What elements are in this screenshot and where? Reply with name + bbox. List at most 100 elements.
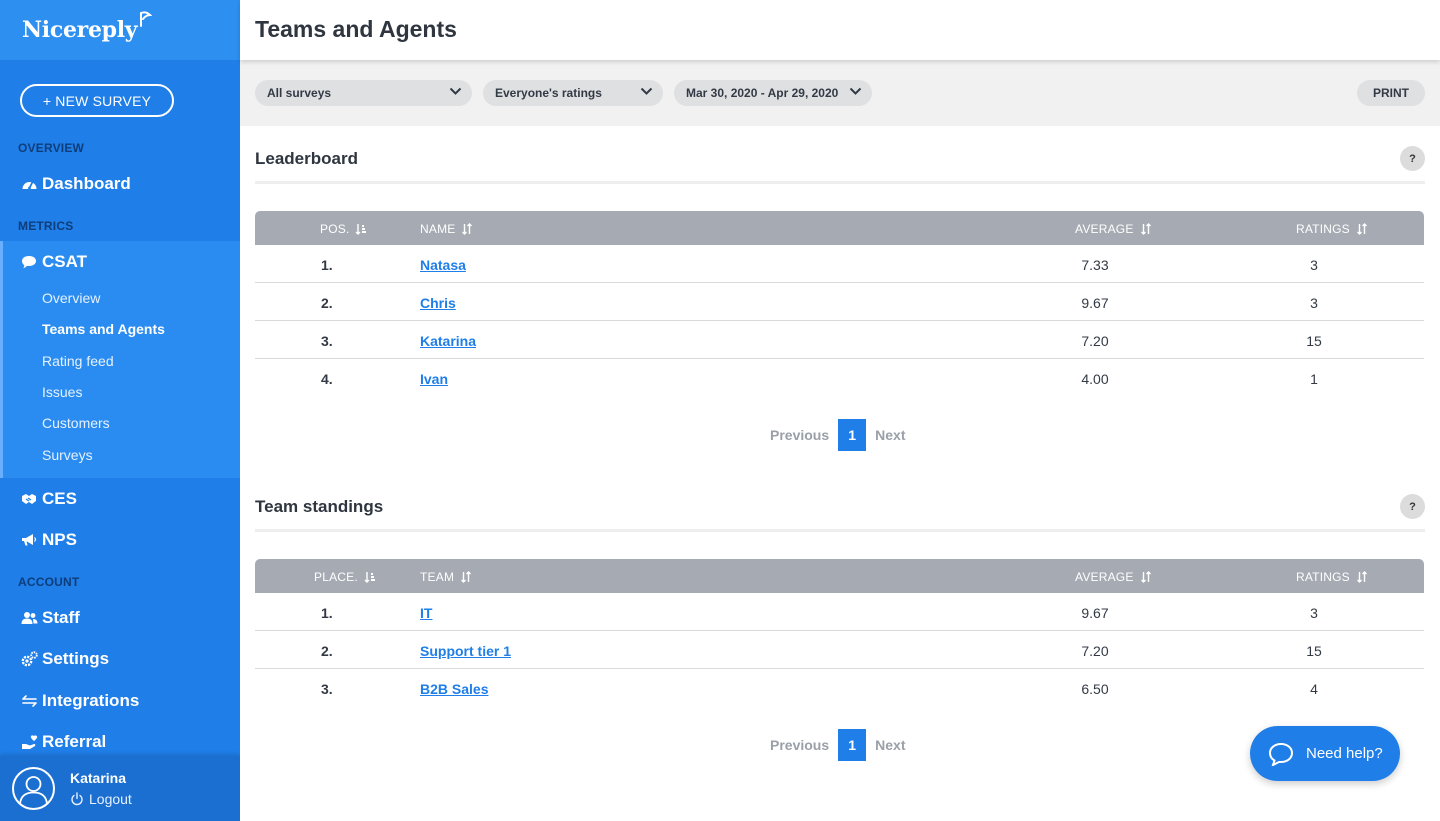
column-average-label: AVERAGE bbox=[1075, 570, 1134, 584]
user-panel: Katarina Logout bbox=[0, 756, 240, 821]
next-page-button[interactable]: Next bbox=[875, 427, 905, 443]
agent-link[interactable]: Chris bbox=[420, 295, 456, 311]
leaderboard-title: Leaderboard bbox=[255, 149, 358, 168]
print-button[interactable]: PRINT bbox=[1357, 80, 1425, 106]
column-average[interactable]: AVERAGE bbox=[1075, 570, 1152, 584]
row-average: 7.20 bbox=[1081, 643, 1109, 659]
new-survey-button[interactable]: + NEW SURVEY bbox=[20, 84, 174, 117]
chevron-down-icon bbox=[640, 87, 653, 95]
row-ratings: 4 bbox=[1310, 681, 1318, 697]
need-help-button[interactable]: Need help? bbox=[1250, 726, 1400, 781]
divider bbox=[255, 181, 1425, 184]
row-position: 3. bbox=[321, 681, 333, 697]
sidebar-item-surveys[interactable]: Surveys bbox=[42, 447, 93, 463]
gears-icon bbox=[20, 650, 38, 668]
column-ratings[interactable]: RATINGS bbox=[1296, 570, 1368, 584]
next-page-button[interactable]: Next bbox=[875, 737, 905, 753]
nav-integrations[interactable]: Integrations bbox=[20, 691, 139, 711]
row-ratings: 15 bbox=[1306, 333, 1322, 349]
megaphone-icon bbox=[20, 531, 38, 549]
nav-nps[interactable]: NPS bbox=[20, 530, 77, 550]
power-icon bbox=[71, 792, 83, 806]
column-name-label: NAME bbox=[420, 222, 456, 236]
column-name[interactable]: NAME bbox=[420, 222, 473, 236]
logout-link[interactable]: Logout bbox=[70, 791, 132, 807]
nav-staff-label: Staff bbox=[42, 608, 80, 627]
column-team[interactable]: TEAM bbox=[420, 570, 472, 584]
team-link[interactable]: B2B Sales bbox=[420, 681, 488, 697]
team-standings-title: Team standings bbox=[255, 497, 384, 516]
user-info: Katarina Logout bbox=[70, 770, 132, 807]
row-average: 7.33 bbox=[1081, 257, 1109, 273]
table-header: PLACE. TEAM AVERAGE RATINGS bbox=[255, 559, 1424, 593]
sidebar-item-issues[interactable]: Issues bbox=[42, 384, 82, 400]
table-header: POS. NAME AVERAGE RATINGS bbox=[255, 211, 1424, 245]
team-link[interactable]: IT bbox=[420, 605, 432, 621]
column-place[interactable]: PLACE. bbox=[314, 570, 376, 584]
need-help-label: Need help? bbox=[1306, 745, 1383, 762]
row-ratings: 3 bbox=[1310, 257, 1318, 273]
sidebar-item-rating-feed[interactable]: Rating feed bbox=[42, 353, 114, 369]
ratings-select[interactable]: Everyone's ratings bbox=[483, 80, 663, 106]
nav-nps-label: NPS bbox=[42, 530, 77, 549]
sort-icon bbox=[462, 223, 473, 235]
table-row: 3. Katarina 7.20 15 bbox=[255, 321, 1424, 359]
row-position: 2. bbox=[321, 295, 333, 311]
column-ratings-label: RATINGS bbox=[1296, 222, 1350, 236]
row-average: 6.50 bbox=[1081, 681, 1109, 697]
sidebar-item-teams-and-agents[interactable]: Teams and Agents bbox=[42, 321, 165, 337]
column-ratings-label: RATINGS bbox=[1296, 570, 1350, 584]
previous-page-button[interactable]: Previous bbox=[770, 737, 829, 753]
nav-referral[interactable]: Referral bbox=[20, 732, 106, 752]
avatar[interactable] bbox=[12, 767, 55, 810]
survey-select[interactable]: All surveys bbox=[255, 80, 472, 106]
agent-link[interactable]: Natasa bbox=[420, 257, 466, 273]
agent-link[interactable]: Katarina bbox=[420, 333, 476, 349]
nav-settings[interactable]: Settings bbox=[20, 649, 109, 669]
table-row: 4. Ivan 4.00 1 bbox=[255, 359, 1424, 397]
column-team-label: TEAM bbox=[420, 570, 455, 584]
metrics-section-label: METRICS bbox=[18, 219, 74, 233]
team-standings-pagination: Previous 1 Next bbox=[770, 729, 906, 761]
users-icon bbox=[20, 609, 38, 627]
column-average-label: AVERAGE bbox=[1075, 222, 1134, 236]
row-average: 9.67 bbox=[1081, 605, 1109, 621]
chat-bubble-icon bbox=[20, 253, 38, 271]
sidebar-item-overview[interactable]: Overview bbox=[42, 290, 100, 306]
brand-logo[interactable]: Nicereply bbox=[22, 11, 153, 43]
column-pos[interactable]: POS. bbox=[320, 222, 367, 236]
team-standings-help-button[interactable]: ? bbox=[1400, 494, 1425, 519]
table-row: 2. Support tier 1 7.20 15 bbox=[255, 631, 1424, 669]
row-position: 2. bbox=[321, 643, 333, 659]
team-link[interactable]: Support tier 1 bbox=[420, 643, 511, 659]
column-average[interactable]: AVERAGE bbox=[1075, 222, 1152, 236]
nav-staff[interactable]: Staff bbox=[20, 608, 80, 628]
previous-page-button[interactable]: Previous bbox=[770, 427, 829, 443]
date-range-select[interactable]: Mar 30, 2020 - Apr 29, 2020 bbox=[674, 80, 872, 106]
column-place-label: PLACE. bbox=[314, 570, 358, 584]
survey-select-value: All surveys bbox=[267, 86, 332, 100]
page-1-button[interactable]: 1 bbox=[838, 729, 867, 761]
nav-csat-label: CSAT bbox=[42, 252, 88, 271]
column-pos-label: POS. bbox=[320, 222, 350, 236]
team-standings-table: PLACE. TEAM AVERAGE RATINGS 1. IT 9.67 3… bbox=[255, 559, 1424, 707]
nav-dashboard[interactable]: Dashboard bbox=[20, 174, 131, 194]
sidebar-item-customers[interactable]: Customers bbox=[42, 415, 110, 431]
divider bbox=[255, 529, 1425, 532]
sort-asc-icon bbox=[355, 224, 367, 235]
chevron-down-icon bbox=[849, 87, 862, 95]
handshake-icon bbox=[20, 490, 38, 508]
date-range-value: Mar 30, 2020 - Apr 29, 2020 bbox=[686, 86, 839, 100]
nav-csat[interactable]: CSAT bbox=[20, 252, 87, 272]
filters-bar: All surveys Everyone's ratings Mar 30, 2… bbox=[240, 60, 1440, 126]
nav-ces[interactable]: CES bbox=[20, 489, 77, 509]
leaderboard-help-button[interactable]: ? bbox=[1400, 146, 1425, 171]
nav-settings-label: Settings bbox=[42, 649, 110, 668]
agent-link[interactable]: Ivan bbox=[420, 371, 448, 387]
row-position: 4. bbox=[321, 371, 333, 387]
row-position: 3. bbox=[321, 333, 333, 349]
page-1-button[interactable]: 1 bbox=[838, 419, 867, 451]
column-ratings[interactable]: RATINGS bbox=[1296, 222, 1368, 236]
chevron-down-icon bbox=[449, 87, 462, 95]
logout-label: Logout bbox=[89, 791, 132, 807]
